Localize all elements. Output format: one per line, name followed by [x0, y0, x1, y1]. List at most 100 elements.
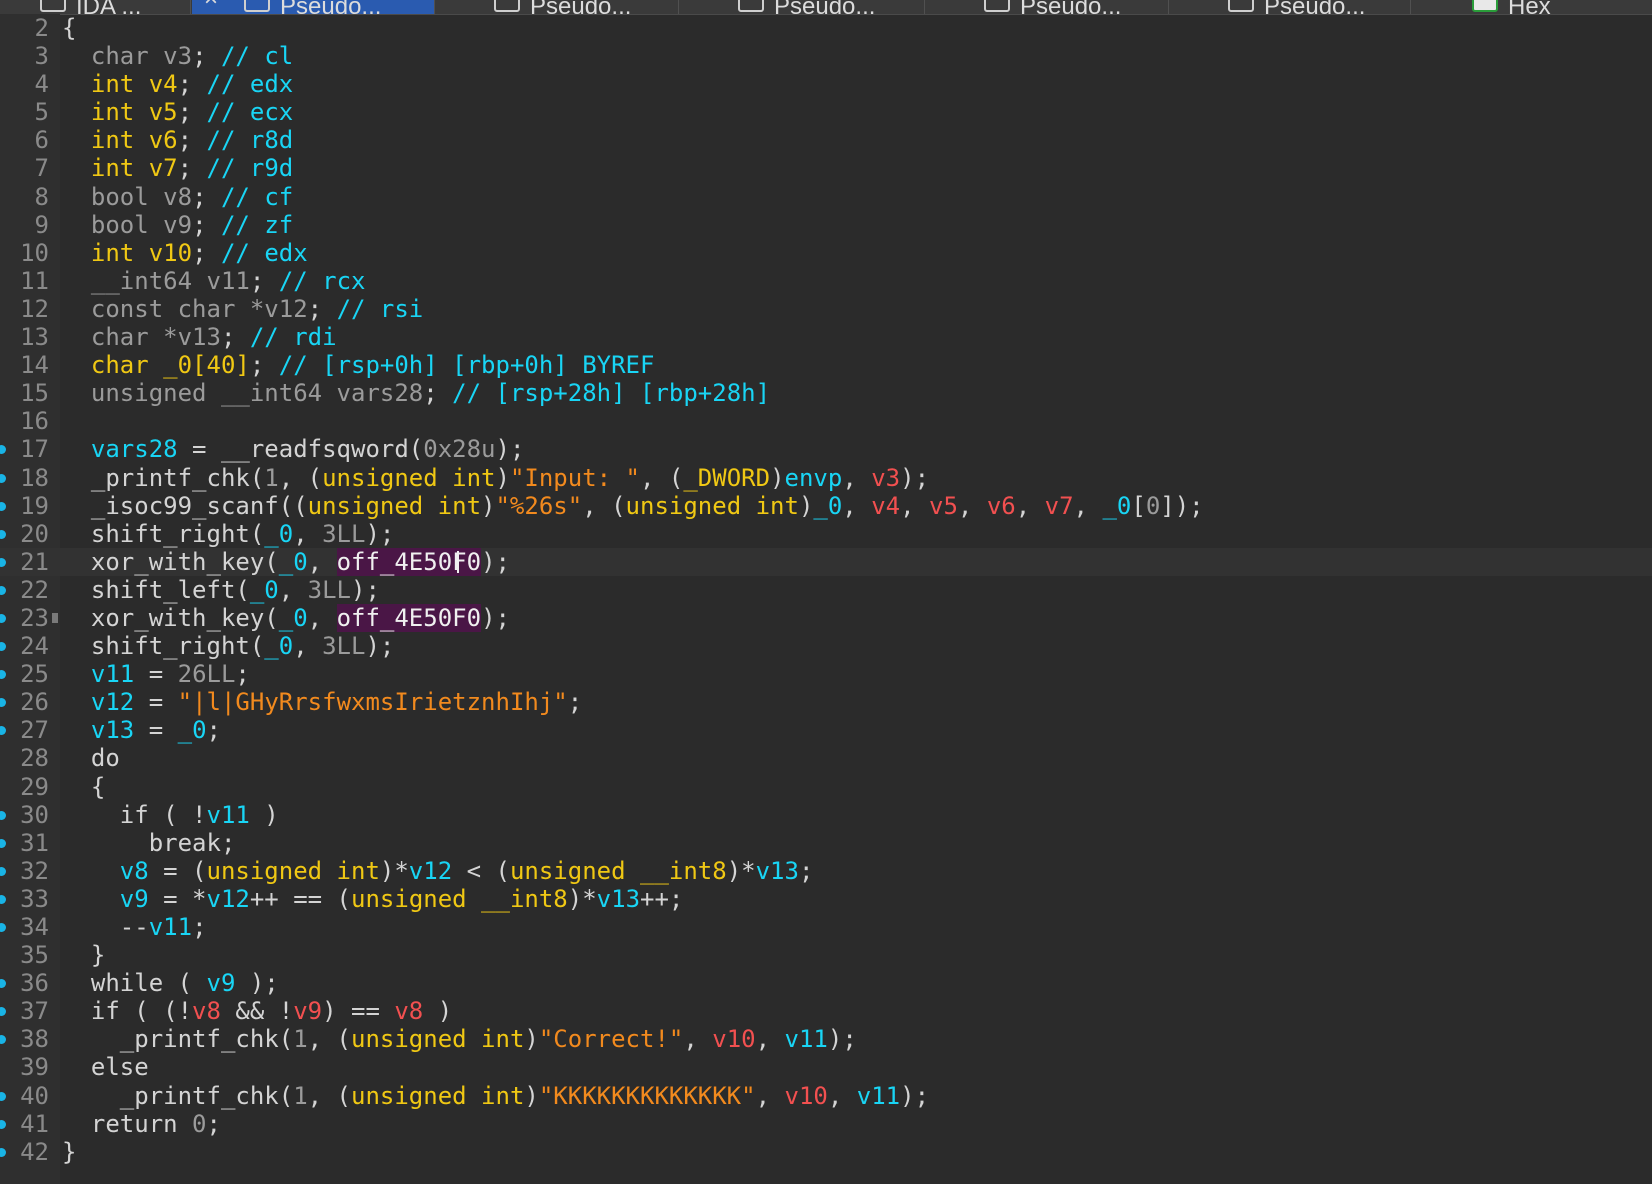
code-token: unsigned __int8 — [509, 856, 727, 885]
code-line[interactable]: 23 xor_with_key(_0, off_4E50F0); — [0, 603, 1652, 632]
code-token: { — [62, 14, 77, 42]
tab-pseudocode-2[interactable]: Pseudo... — [436, 0, 679, 14]
code-token: ; — [192, 913, 207, 941]
code-line[interactable]: 38 _printf_chk(1, (unsigned int)"Correct… — [0, 1025, 1652, 1053]
code-token: = — [134, 688, 178, 717]
code-line[interactable]: 36 while ( v9 ); — [0, 969, 1652, 997]
code-line[interactable]: 21 xor_with_key(_0, off_4E50F0); — [0, 547, 1652, 576]
code-line[interactable]: 14 char _0[40]; // [rsp+0h] [rbp+0h] BYR… — [0, 351, 1652, 379]
code-line[interactable]: 31 break; — [0, 829, 1652, 857]
code-line[interactable]: 8 bool v8; // cf — [0, 183, 1652, 211]
code-line[interactable]: 24 shift_right(_0, 3LL); — [0, 632, 1652, 660]
ida-view-icon — [40, 0, 66, 12]
code-text: int v10; // edx — [62, 239, 308, 267]
code-text: v8 = (unsigned int)*v12 < (unsigned __in… — [62, 856, 814, 885]
code-line[interactable]: 39 else — [0, 1053, 1652, 1081]
code-token: do — [62, 744, 120, 773]
tab-pseudocode-4[interactable]: Pseudo... — [926, 0, 1169, 14]
line-number: 31 — [20, 828, 49, 857]
code-line[interactable]: 26 v12 = "|l|GHyRrsfwxmsIrietznhIhj"; — [0, 688, 1652, 716]
code-token: , — [842, 491, 872, 520]
code-line[interactable]: 16 — [0, 407, 1652, 435]
code-token: ; — [177, 98, 207, 127]
code-token: 0x28u — [423, 435, 496, 464]
code-line[interactable]: 4 int v4; // edx — [0, 70, 1652, 98]
code-text: while ( v9 ); — [62, 969, 279, 997]
code-token: const char *v12 — [90, 294, 308, 323]
code-token: // rsi — [336, 294, 424, 323]
code-token: )* — [379, 856, 409, 885]
code-token: // r9d — [206, 154, 294, 183]
line-number: 15 — [20, 379, 49, 408]
code-line[interactable]: 7 int v7; // r9d — [0, 154, 1652, 182]
code-text: char _0[40]; // [rsp+0h] [rbp+0h] BYREF — [62, 351, 655, 380]
code-line[interactable]: 28 do — [0, 744, 1652, 772]
tab-pseudocode-5[interactable]: Pseudo... — [1170, 0, 1411, 14]
line-number: 24 — [20, 632, 49, 661]
code-line[interactable]: 13 char *v13; // rdi — [0, 323, 1652, 351]
line-number: 35 — [20, 941, 49, 970]
code-line[interactable]: 17 vars28 = __readfsqword(0x28u); — [0, 435, 1652, 463]
code-line[interactable]: 40 _printf_chk(1, (unsigned int)"KKKKKKK… — [0, 1082, 1652, 1110]
code-token: // zf — [220, 210, 294, 239]
code-line[interactable]: 15 unsigned __int64 vars28; // [rsp+28h]… — [0, 379, 1652, 407]
code-text: v12 = "|l|GHyRrsfwxmsIrietznhIhj"; — [62, 688, 582, 716]
line-number: 9 — [34, 210, 49, 239]
code-token: ]); — [1160, 491, 1204, 520]
code-token: v12 — [206, 884, 250, 913]
code-token: ) — [249, 800, 279, 829]
code-line[interactable]: 41 return 0; — [0, 1110, 1652, 1138]
code-line[interactable]: 11 __int64 v11; // rcx — [0, 267, 1652, 295]
code-line[interactable]: 37 if ( (!v8 && !v9) == v8 ) — [0, 997, 1652, 1025]
code-token: -- — [62, 913, 149, 941]
tab-pseudocode-active[interactable]: × Pseudo... — [192, 0, 435, 14]
code-line[interactable]: 20 shift_right(_0, 3LL); — [0, 520, 1652, 548]
code-line[interactable]: 10 int v10; // edx — [0, 239, 1652, 267]
code-line[interactable]: 18 _printf_chk(1, (unsigned int)"Input: … — [0, 464, 1652, 492]
code-token: // cl — [220, 42, 294, 71]
line-number: 39 — [20, 1053, 49, 1082]
tab-ida-view[interactable]: IDA ... — [0, 0, 191, 14]
code-line[interactable]: 5 int v5; // ecx — [0, 98, 1652, 126]
code-token: // [rsp+28h] [rbp+28h] — [452, 379, 771, 408]
tab-pseudocode-3[interactable]: Pseudo... — [680, 0, 925, 14]
code-line[interactable]: 30 if ( !v11 ) — [0, 801, 1652, 829]
pseudocode-editor[interactable]: 2{3 char v3; // cl 4 int v4; // edx 5 int … — [0, 14, 1652, 1166]
code-token: envp — [784, 463, 843, 492]
code-token: // ecx — [206, 98, 294, 127]
code-line[interactable]: 3 char v3; // cl — [0, 42, 1652, 70]
code-token: while ( — [62, 969, 207, 998]
code-token: return — [62, 1109, 193, 1138]
code-line[interactable]: 29 { — [0, 773, 1652, 801]
code-line[interactable]: 33 v9 = *v12++ == (unsigned __int8)*v13+… — [0, 885, 1652, 913]
code-line[interactable]: 9 bool v9; // zf — [0, 211, 1652, 239]
code-line[interactable]: 35 } — [0, 941, 1652, 969]
code-line[interactable]: 19 _isoc99_scanf((unsigned int)"%26s", (… — [0, 492, 1652, 520]
code-token: int v4 — [90, 70, 178, 99]
code-line[interactable]: 6 int v6; // r8d — [0, 126, 1652, 154]
code-line[interactable]: 27 v13 = _0; — [0, 716, 1652, 744]
code-line[interactable]: 22 shift_left(_0, 3LL); — [0, 576, 1652, 604]
code-line[interactable]: 34 --v11; — [0, 913, 1652, 941]
code-text: unsigned __int64 vars28; // [rsp+28h] [r… — [62, 379, 770, 407]
tab-hex-view[interactable]: Hex — [1412, 0, 1652, 14]
line-number: 2 — [34, 14, 49, 42]
code-token: char _0[40] — [90, 351, 250, 380]
code-line[interactable]: 2{ — [0, 14, 1652, 42]
tab-label: IDA ... — [76, 0, 142, 14]
code-token: unsigned __int8 — [351, 884, 568, 913]
code-line[interactable]: 12 const char *v12; // rsi — [0, 295, 1652, 323]
code-token: ); — [900, 1081, 930, 1110]
code-line[interactable]: 25 v11 = 26LL; — [0, 660, 1652, 688]
code-token: _0 — [813, 491, 843, 520]
code-line[interactable]: 42} — [0, 1138, 1652, 1166]
code-token: int v6 — [90, 126, 178, 155]
tab-label: Hex — [1508, 0, 1551, 14]
code-line[interactable]: 32 v8 = (unsigned int)*v12 < (unsigned _… — [0, 857, 1652, 885]
code-token: unsigned int — [625, 491, 799, 520]
tab-label: Pseudo... — [280, 0, 382, 14]
close-icon[interactable]: × — [204, 0, 218, 11]
code-text: if ( (!v8 && !v9) == v8 ) — [62, 997, 452, 1025]
